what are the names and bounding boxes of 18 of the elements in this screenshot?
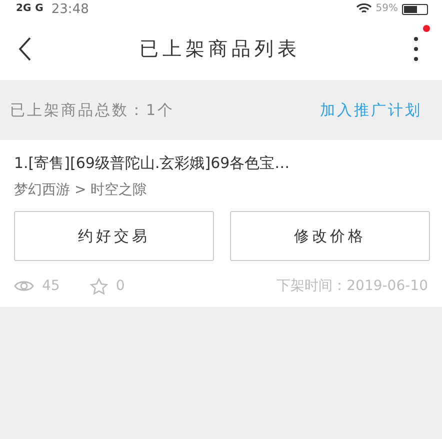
action-button[interactable]: 修改价格 (230, 211, 430, 261)
view-count: 45 (42, 278, 60, 294)
favorite-count: 0 (116, 278, 125, 294)
back-icon[interactable] (18, 37, 32, 61)
action-button[interactable]: 约好交易 (14, 211, 214, 261)
battery-percent: 59% (376, 4, 398, 14)
page-title: 已上架商品列表 (140, 37, 300, 62)
network-type: G (35, 4, 44, 14)
product-title[interactable]: 1.[寄售][69级普陀山.玄彩娥]69各色宝… (14, 154, 430, 173)
total-count: 已上架商品总数：1个 (10, 100, 175, 120)
battery-icon (402, 4, 428, 14)
star-icon (90, 278, 108, 294)
eye-icon (14, 279, 34, 293)
network-type: 2G (16, 4, 32, 14)
offline-time: 下架时间：2019-06-10 (276, 277, 428, 295)
wifi-icon (356, 3, 372, 15)
game-server: 梦幻西游 > 时空之隙 (14, 181, 148, 199)
clock-time: 23:48 (51, 2, 89, 16)
